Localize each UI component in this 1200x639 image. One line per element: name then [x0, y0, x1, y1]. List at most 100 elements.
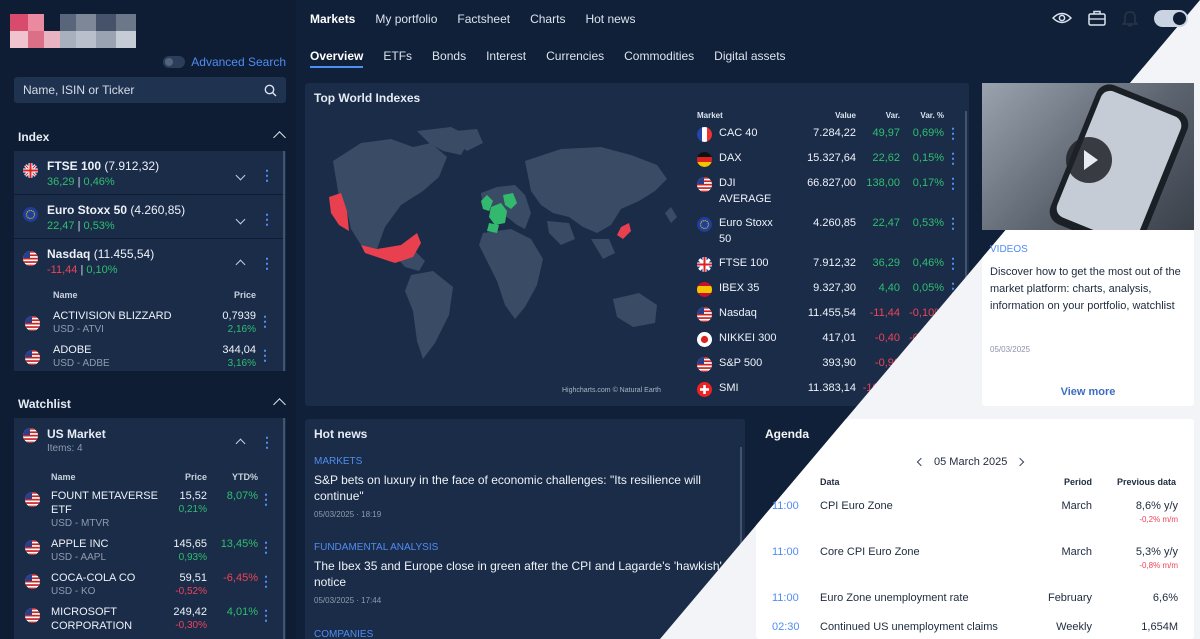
market-row[interactable]: Euro Stoxx 50 4.260,85 22,47 0,53% ⋮ — [697, 215, 973, 255]
stock-name-line2: ETF — [51, 504, 72, 516]
advanced-search[interactable]: Advanced Search — [163, 55, 286, 69]
stock-ytd: 8,07% — [226, 490, 258, 502]
eye-icon[interactable] — [1052, 11, 1072, 25]
more-options-icon[interactable]: ⋮ — [260, 168, 274, 182]
more-options-icon[interactable]: ⋮ — [259, 608, 273, 622]
more-options-icon[interactable]: ⋮ — [260, 212, 274, 226]
table-header: Market Value Var. Var. % — [697, 111, 973, 125]
agenda-data: Core CPI Euro Zone — [820, 546, 920, 558]
market-var: 138,00 — [866, 177, 900, 189]
agenda-row[interactable]: 11:00 Euro Zone unemployment rate February… — [756, 592, 1196, 622]
agenda-row[interactable]: 11:00 Core CPI Euro Zone March 5,3% y/y -0,8… — [756, 546, 1196, 576]
agenda-date-picker: 05 March 2025 — [916, 456, 1025, 468]
watchlist-row[interactable]: MICROSOFT CORPORATION 249,42 -0,30% 4,01% ⋮ — [14, 606, 286, 639]
nav-markets[interactable]: Markets — [310, 12, 355, 26]
market-value: 417,01 — [822, 332, 856, 344]
market-row[interactable]: DAX 15.327,64 22,62 0,15% ⋮ — [697, 150, 973, 175]
advanced-search-toggle[interactable] — [163, 56, 186, 68]
chevron-down-icon[interactable] — [235, 170, 246, 180]
tab-overview[interactable]: Overview — [310, 49, 364, 68]
table-row[interactable]: ACTIVISION BLIZZARD USD - ATVI 0,7939 2,… — [14, 310, 286, 344]
chevron-up-icon[interactable] — [235, 259, 246, 270]
nav-factsheet[interactable]: Factsheet — [457, 12, 510, 26]
advanced-search-label[interactable]: Advanced Search — [191, 55, 286, 69]
view-more-link[interactable]: View more — [982, 386, 1194, 398]
agenda-row[interactable]: 11:00 CPI Euro Zone March 8,6% y/y -0,2% m/m — [756, 500, 1196, 530]
more-options-icon[interactable]: ⋮ — [944, 175, 960, 191]
nav-charts[interactable]: Charts — [530, 12, 565, 26]
nav-hot-news[interactable]: Hot news — [585, 12, 635, 26]
agenda-row[interactable]: 02:30 Continued US unemployment claims Wee… — [756, 621, 1196, 639]
chevron-up-icon[interactable] — [273, 398, 286, 411]
agenda-period: February — [1047, 592, 1092, 604]
market-row[interactable]: FTSE 100 7.912,32 36,29 0,46% ⋮ — [697, 255, 973, 280]
search-input[interactable]: Name, ISIN or Ticker — [14, 77, 286, 103]
more-options-icon[interactable]: ⋮ — [944, 255, 960, 271]
market-name: FTSE 100 — [719, 257, 769, 269]
news-category[interactable]: MARKETS — [314, 456, 734, 467]
tab-digital-assets[interactable]: Digital assets — [714, 49, 785, 68]
tab-bonds[interactable]: Bonds — [432, 49, 466, 68]
logo[interactable] — [10, 14, 136, 48]
video-category[interactable]: VIDEOS — [990, 244, 1028, 255]
more-options-icon[interactable]: ⋮ — [260, 256, 274, 270]
news-title[interactable]: The Ibex 35 and Europe close in green af… — [314, 558, 734, 590]
watchlist-row[interactable]: FOUNT METAVERSE ETF USD - MTVR 15,52 0,21% 8,… — [14, 490, 286, 529]
agenda-period: March — [1061, 500, 1092, 512]
briefcase-icon[interactable] — [1088, 10, 1106, 26]
market-name: IBEX 35 — [719, 282, 760, 294]
chevron-down-icon[interactable] — [235, 214, 246, 224]
more-options-icon[interactable]: ⋮ — [258, 314, 272, 328]
market-row[interactable]: DJI AVERAGE 66.827,00 138,00 0,17% ⋮ — [697, 175, 973, 215]
watchlist-table-header: Name Price YTD% — [51, 472, 258, 482]
market-var: 22,62 — [872, 152, 900, 164]
video-description[interactable]: Discover how to get the most out of the … — [990, 264, 1188, 315]
card-title: Hot news — [314, 427, 368, 441]
more-options-icon[interactable]: ⋮ — [259, 492, 273, 506]
index-item-nasdaq[interactable]: Nasdaq (11.455,54) -11,44 | 0,10% ⋮ — [14, 239, 286, 283]
tab-commodities[interactable]: Commodities — [624, 49, 694, 68]
tab-currencies[interactable]: Currencies — [546, 49, 604, 68]
watchlist-row[interactable]: APPLE INC USD - AAPL 145,65 0,93% 13,45% ⋮ — [14, 538, 286, 572]
bell-icon[interactable] — [1122, 9, 1138, 27]
news-item[interactable]: MARKETS S&P bets on luxury in the face o… — [314, 456, 734, 519]
news-item[interactable]: FUNDAMENTAL ANALYSIS The Ibex 35 and Eur… — [314, 542, 734, 605]
tab-etfs[interactable]: ETFs — [383, 49, 412, 68]
market-row[interactable]: CAC 40 7.284,22 49,97 0,69% ⋮ — [697, 125, 973, 150]
more-options-icon[interactable]: ⋮ — [944, 150, 960, 166]
watchlist-row[interactable]: COCA-COLA CO USD - KO 59,51 -0,52% -6,45% ⋮ — [14, 572, 286, 606]
search-icon[interactable] — [264, 84, 277, 97]
market-value: 7.912,32 — [813, 257, 856, 269]
watchlist-us-market[interactable]: US Market Items: 4 ⋮ — [14, 418, 286, 462]
watchlist-section-header[interactable]: Watchlist — [18, 397, 286, 411]
nav-my-portfolio[interactable]: My portfolio — [375, 12, 437, 26]
scrollbar[interactable] — [283, 418, 285, 639]
market-row[interactable]: IBEX 35 9.327,30 4,40 0,05% ⋮ — [697, 280, 973, 305]
table-row[interactable]: ADOBE USD - ADBE 344,04 3,16% ⋮ — [14, 344, 286, 378]
world-map[interactable] — [321, 121, 685, 375]
index-item-ftse[interactable]: FTSE 100 (7.912,32) 36,29 | 0,46% ⋮ — [14, 151, 286, 195]
more-options-icon[interactable]: ⋮ — [944, 125, 960, 141]
video-thumbnail[interactable] — [982, 83, 1194, 230]
chevron-left-icon[interactable] — [916, 457, 926, 467]
chevron-right-icon[interactable] — [1016, 457, 1025, 467]
chevron-up-icon[interactable] — [273, 131, 286, 144]
scrollbar[interactable] — [283, 151, 285, 371]
more-options-icon[interactable]: ⋮ — [259, 574, 273, 588]
index-item-eurostoxx[interactable]: Euro Stoxx 50 (4.260,85) 22,47 | 0,53% ⋮ — [14, 195, 286, 239]
index-section-header[interactable]: Index — [18, 130, 286, 144]
more-options-icon[interactable]: ⋮ — [258, 348, 272, 362]
tab-interest[interactable]: Interest — [486, 49, 526, 68]
more-options-icon[interactable]: ⋮ — [944, 215, 960, 231]
news-category[interactable]: FUNDAMENTAL ANALYSIS — [314, 542, 734, 553]
map-credit[interactable]: Highcharts.com © Natural Earth — [562, 387, 661, 394]
more-options-icon[interactable]: ⋮ — [260, 435, 274, 449]
market-var: 22,47 — [872, 217, 900, 229]
main-nav: Markets My portfolio Factsheet Charts Ho… — [310, 12, 635, 26]
news-title[interactable]: S&P bets on luxury in the face of econom… — [314, 472, 734, 504]
col-ytd: YTD% — [231, 472, 258, 482]
theme-toggle[interactable] — [1154, 9, 1188, 27]
chevron-up-icon[interactable] — [235, 438, 246, 449]
more-options-icon[interactable]: ⋮ — [259, 540, 273, 554]
hot-news-card: Hot news MARKETS S&P bets on luxury in t… — [305, 419, 745, 639]
